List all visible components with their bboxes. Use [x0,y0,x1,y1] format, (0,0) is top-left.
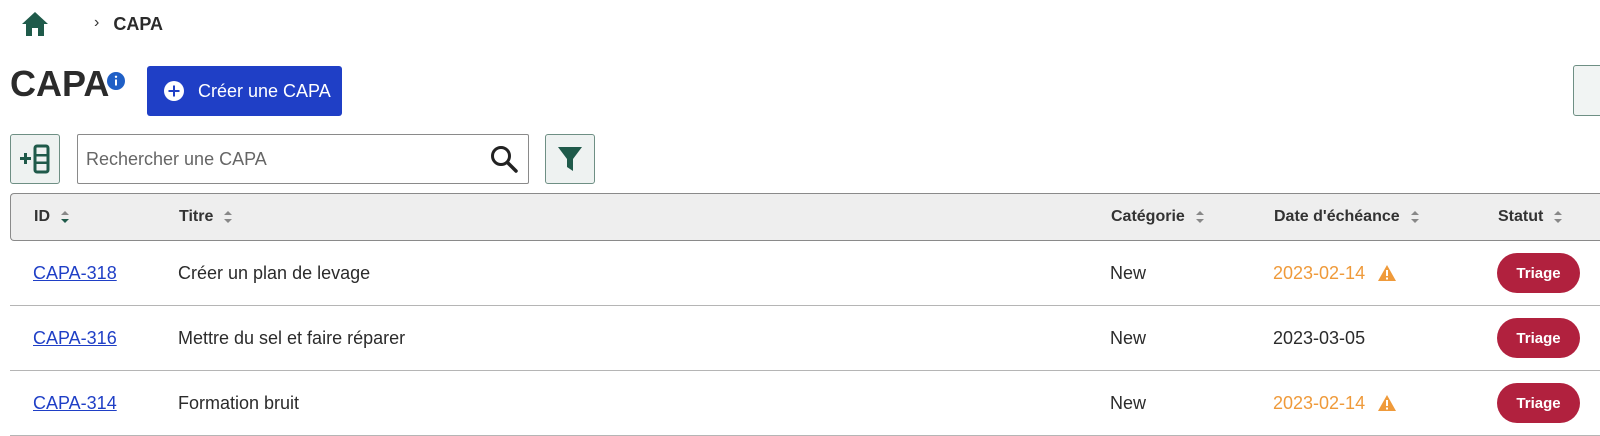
column-header-status[interactable]: Statut [1498,194,1563,240]
due-date-value: 2023-02-14 [1273,392,1366,413]
row-id: CAPA-318 [33,241,117,305]
due-date-value: 2023-03-05 [1273,327,1366,348]
capa-table: ID Titre Catégorie Date d'échéance Statu… [10,193,1600,436]
row-status: Triage [1497,306,1580,370]
table-row[interactable]: CAPA-314 Formation bruit New 2023-02-14 … [10,371,1600,436]
row-id: CAPA-314 [33,371,117,435]
capa-id-link[interactable]: CAPA-318 [33,263,117,284]
table-header: ID Titre Catégorie Date d'échéance Statu… [10,193,1600,241]
due-date-value: 2023-02-14 [1273,262,1366,283]
row-category: New [1110,262,1147,283]
page-title: CAPA [10,63,110,104]
row-title: Créer un plan de levage [178,262,371,283]
home-icon[interactable] [20,9,50,39]
row-status: Triage [1497,241,1580,305]
capa-id-link[interactable]: CAPA-316 [33,328,117,349]
row-category: New [1110,392,1147,413]
row-category: New [1110,327,1147,348]
search-box [77,134,529,184]
capa-id-link[interactable]: CAPA-314 [33,393,117,414]
row-title: Mettre du sel et faire réparer [178,327,406,348]
row-status: Triage [1497,371,1580,435]
sort-icon [1410,211,1419,223]
add-column-icon [20,144,50,174]
status-badge: Triage [1497,318,1580,358]
status-badge: Triage [1497,253,1580,293]
status-badge: Triage [1497,383,1580,423]
warning-icon [1378,265,1397,281]
row-due-date: 2023-02-14 [1273,371,1397,435]
column-header-category[interactable]: Catégorie [1111,194,1205,240]
sort-icon [1195,211,1204,223]
breadcrumb-current: CAPA [113,13,163,34]
breadcrumb-separator: › [94,14,100,31]
filter-button[interactable] [545,134,595,184]
breadcrumb: › CAPA [20,8,163,40]
sort-icon [224,211,233,223]
row-due-date: 2023-02-14 [1273,241,1397,305]
warning-icon [1378,395,1397,411]
search-icon[interactable] [490,145,518,173]
add-column-button[interactable] [10,134,60,184]
sort-icon [1554,211,1563,223]
sort-icon [61,211,69,223]
column-header-due-date[interactable]: Date d'échéance [1274,194,1420,240]
table-row[interactable]: CAPA-316 Mettre du sel et faire réparer … [10,306,1600,371]
plus-circle-icon [164,81,184,101]
row-title: Formation bruit [178,392,300,413]
table-row[interactable]: CAPA-318 Créer un plan de levage New 202… [10,241,1600,306]
create-capa-label: Créer une CAPA [198,80,331,101]
secondary-action-button[interactable] [1573,65,1600,116]
info-icon[interactable] [106,71,126,91]
column-header-id[interactable]: ID [34,194,70,240]
row-due-date: 2023-03-05 [1273,306,1365,370]
search-input[interactable] [84,135,478,183]
create-capa-button[interactable]: Créer une CAPA [147,66,342,116]
column-header-title[interactable]: Titre [179,194,233,240]
row-id: CAPA-316 [33,306,117,370]
filter-icon [558,147,582,171]
